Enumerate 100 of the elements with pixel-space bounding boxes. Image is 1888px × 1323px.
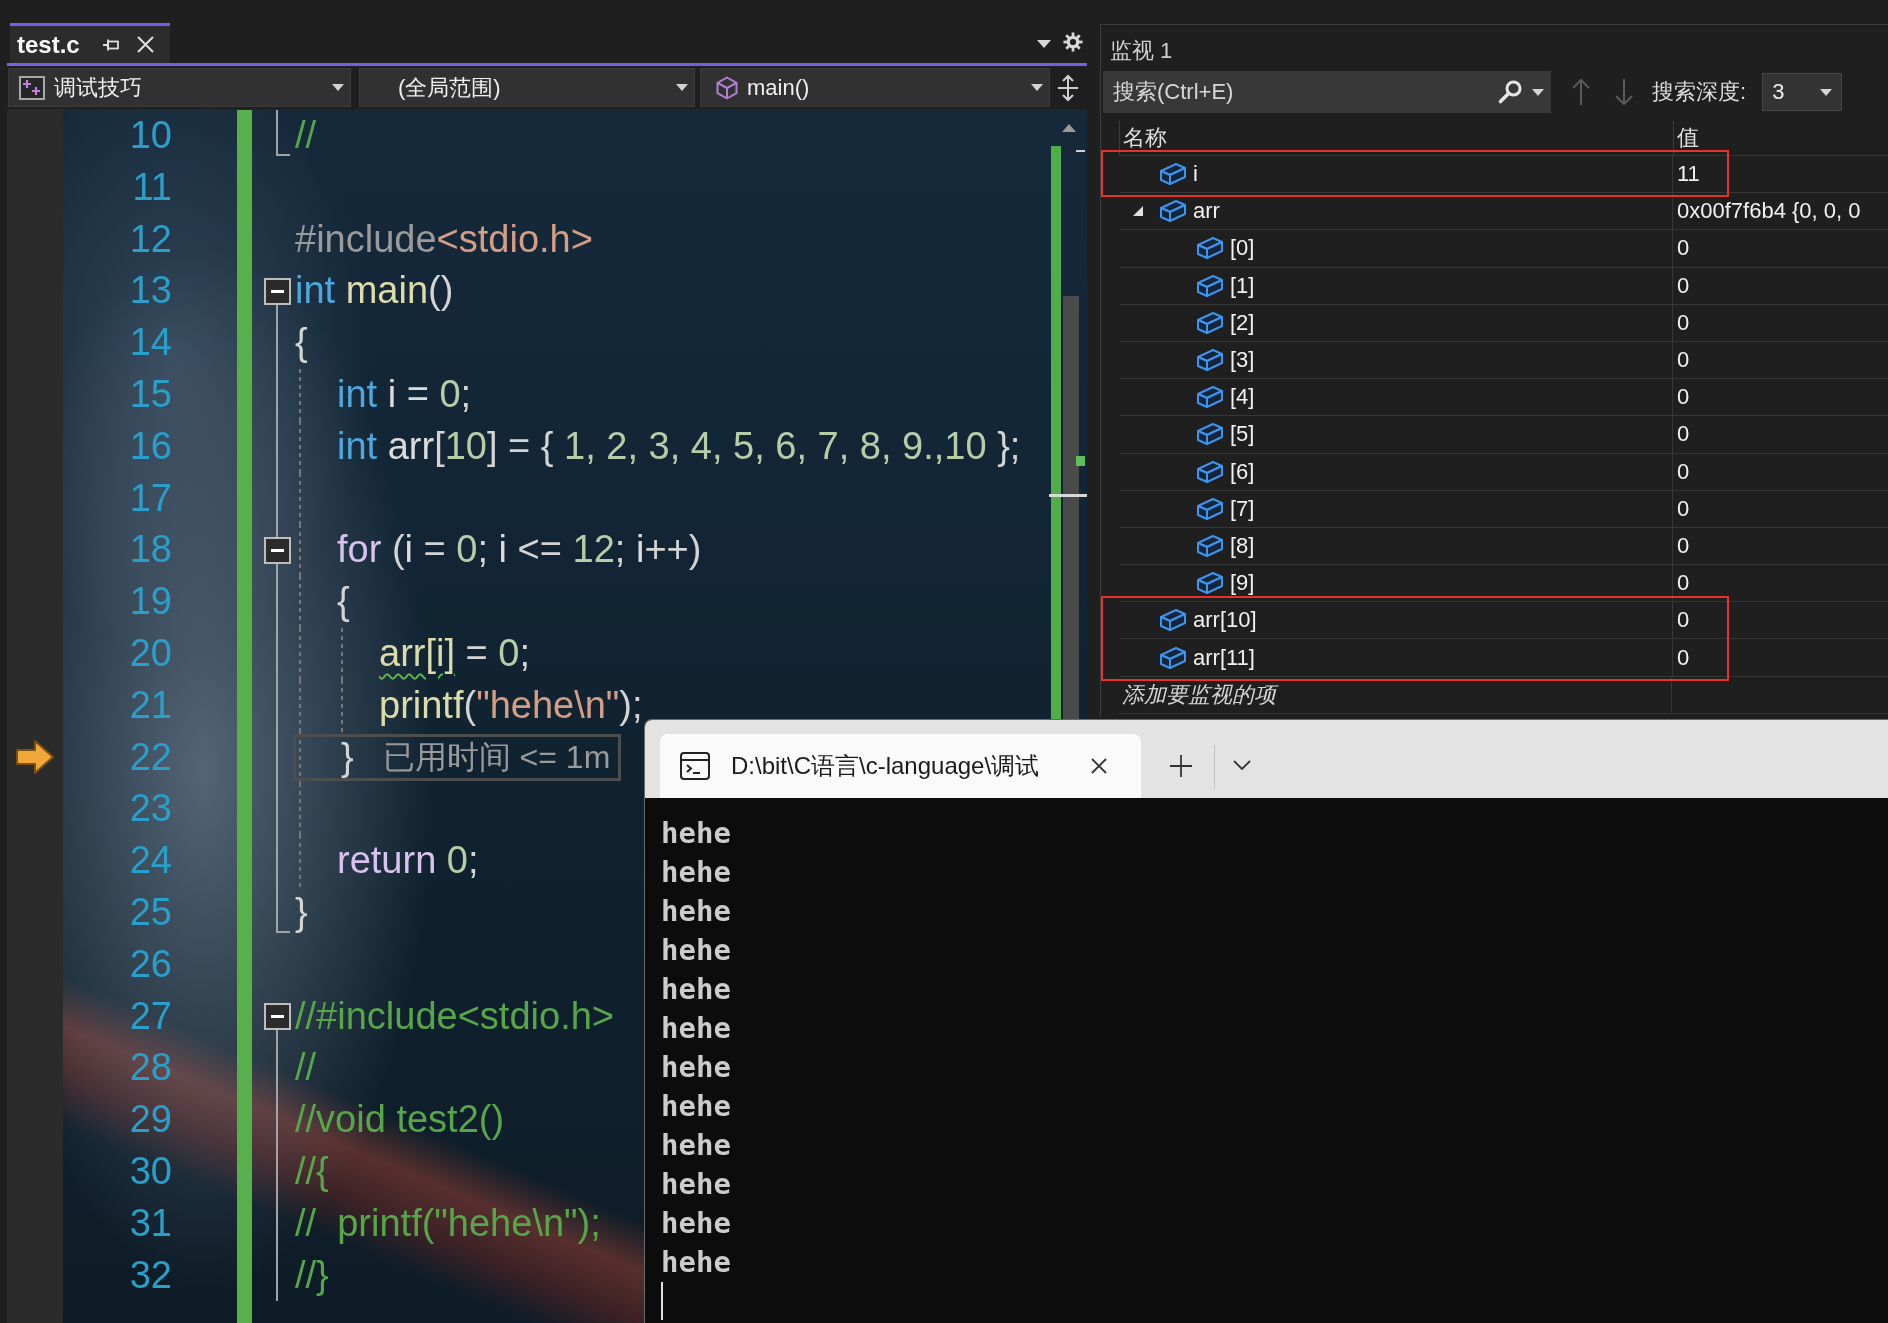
code-line: //{ <box>295 1150 329 1194</box>
terminal-tab[interactable]: D:\bit\C语言\c-language\调试 <box>660 734 1141 798</box>
collapse-icon[interactable] <box>263 536 291 564</box>
terminal-icon <box>680 752 710 780</box>
collapse-icon[interactable] <box>263 277 291 305</box>
caret-icon <box>1031 84 1043 91</box>
line-number: 32 <box>129 1254 172 1297</box>
variable-value: 0 <box>1677 607 1690 634</box>
variable-name: [5] <box>1230 421 1255 448</box>
output-line: hehe <box>661 1166 731 1203</box>
text-cursor <box>661 1282 663 1320</box>
depth-dropdown[interactable]: 3 <box>1762 73 1843 111</box>
line-number: 23 <box>129 788 172 831</box>
output-line: hehe <box>661 1205 731 1242</box>
code-line: // printf("hehe\n"); <box>295 1201 601 1246</box>
variable-name: arr <box>1193 198 1220 225</box>
line-number: 17 <box>129 477 172 520</box>
cube-icon <box>1196 496 1224 521</box>
code-line: int arr[10] = { 1, 2, 3, 4, 5, 6, 7, 8, 9.,10 }; <box>337 424 1021 469</box>
split-icon[interactable] <box>1056 73 1080 102</box>
output-line: hehe <box>661 1010 731 1047</box>
variable-name: [3] <box>1230 347 1255 374</box>
code-line: // <box>295 1046 317 1091</box>
caret-icon[interactable] <box>1037 40 1051 48</box>
line-number: 11 <box>132 166 172 209</box>
cube-icon <box>1196 422 1224 447</box>
output-line: hehe <box>661 893 731 930</box>
code-line: //} <box>295 1253 329 1298</box>
variable-name: [6] <box>1230 458 1255 485</box>
line-number: 21 <box>129 684 172 727</box>
project-dropdown[interactable]: 调试技巧 <box>8 68 351 107</box>
collapse-icon[interactable] <box>263 1002 291 1030</box>
perf-tip[interactable]: 已用时间 <= 1m <box>382 739 611 776</box>
variable-name: [1] <box>1230 272 1255 299</box>
line-number: 20 <box>129 632 172 675</box>
cube-icon <box>1196 348 1224 373</box>
output-line: hehe <box>661 932 731 969</box>
line-number: 26 <box>129 943 172 986</box>
line-number: 30 <box>129 1150 172 1193</box>
line-number: 16 <box>129 425 172 468</box>
cube-icon <box>1196 571 1224 596</box>
scrollbar-thumb[interactable] <box>1063 296 1079 720</box>
cube-icon <box>1196 310 1224 335</box>
code-line: #include<stdio.h> <box>295 217 593 262</box>
line-number: 31 <box>129 1202 172 1245</box>
caret-icon <box>676 84 688 91</box>
output-line: hehe <box>661 854 731 891</box>
variable-value: 0 <box>1677 644 1690 671</box>
expand-icon[interactable] <box>1133 206 1143 217</box>
caret-icon <box>1532 89 1544 96</box>
code-line: // <box>295 114 317 158</box>
close-icon[interactable] <box>1090 757 1108 775</box>
search-icon[interactable] <box>1497 79 1523 105</box>
line-number: 27 <box>129 995 172 1038</box>
variable-name: [0] <box>1230 235 1255 262</box>
variable-value: 0 <box>1677 384 1690 411</box>
code-line: } <box>295 891 308 935</box>
variable-value: 0 <box>1677 495 1690 522</box>
output-line: hehe <box>661 1049 731 1086</box>
variable-name: [7] <box>1230 495 1255 522</box>
cube-icon <box>1196 273 1224 298</box>
add-watch-field[interactable]: 添加要监视的项 <box>1119 676 1671 713</box>
line-number: 22 <box>129 736 172 779</box>
scroll-up-icon[interactable] <box>1062 124 1076 132</box>
variable-value: 0x00f7f6b4 {0, 0, 0 <box>1677 198 1861 225</box>
settings-icon[interactable] <box>1063 32 1083 52</box>
member-dropdown[interactable]: main() <box>700 68 1050 107</box>
scope-dropdown[interactable]: (全局范围) <box>359 68 695 107</box>
code-line: printf("hehe\n"); <box>379 683 643 728</box>
variable-value: 0 <box>1677 421 1690 448</box>
chevron-down-icon[interactable] <box>1232 759 1252 771</box>
variable-name: [9] <box>1230 570 1255 597</box>
line-number: 13 <box>129 270 172 313</box>
output-line: hehe <box>661 1127 731 1164</box>
column-header: 值 <box>1677 124 1699 152</box>
column-header: 名称 <box>1123 124 1167 152</box>
variable-value: 0 <box>1677 532 1690 559</box>
line-number: 24 <box>129 840 172 882</box>
cube-icon <box>1159 199 1187 224</box>
output-line: hehe <box>661 815 731 852</box>
code-line: { <box>337 580 350 624</box>
file-tab[interactable]: test.c <box>10 23 170 63</box>
cube-icon <box>1196 533 1224 558</box>
plus-icon[interactable] <box>1169 754 1193 778</box>
code-line: return 0; <box>337 839 479 883</box>
code-line: for (i = 0; i <= 12; i++) <box>337 528 702 573</box>
variable-name: i <box>1193 161 1198 188</box>
variable-name: [2] <box>1230 309 1255 336</box>
line-number: 10 <box>129 115 172 157</box>
code-line: } <box>341 735 354 780</box>
variable-value: 0 <box>1677 309 1690 336</box>
search-field[interactable]: 搜索(Ctrl+E) <box>1103 71 1551 113</box>
code-line: //#include<stdio.h> <box>295 994 614 1039</box>
variable-value: 0 <box>1677 458 1690 485</box>
plus-square-icon <box>19 75 45 100</box>
variable-value: 11 <box>1677 161 1700 188</box>
variable-name: arr[10] <box>1193 607 1257 634</box>
line-number: 14 <box>129 322 172 364</box>
code-line: //void test2() <box>295 1098 505 1142</box>
output-line: hehe <box>661 1244 731 1281</box>
